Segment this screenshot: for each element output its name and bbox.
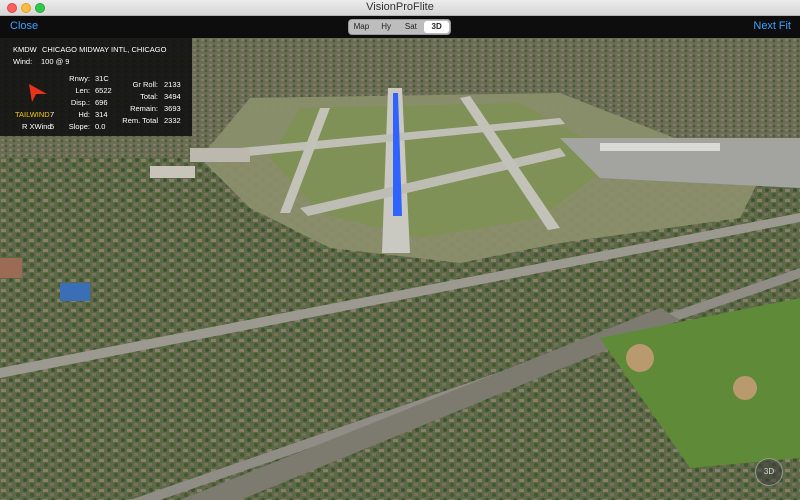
view-mode-map[interactable]: Map bbox=[349, 20, 374, 34]
runway-value: 31C bbox=[95, 74, 109, 83]
window-title-bar: VisionProFlite bbox=[0, 0, 800, 16]
fit-button[interactable]: Fit bbox=[779, 20, 791, 32]
ground-roll-value: 2133 bbox=[164, 80, 181, 89]
total-value: 3494 bbox=[164, 92, 181, 101]
airport-code: KMDW bbox=[13, 45, 37, 54]
toolbar: Close Map Hy Sat 3D Next Fit bbox=[0, 16, 800, 38]
displaced-value: 696 bbox=[95, 98, 108, 107]
remaining-total-value: 2332 bbox=[164, 116, 181, 125]
slope-value: 0.0 bbox=[95, 122, 106, 131]
runway-label: Rnwy: bbox=[69, 74, 90, 83]
airport-name: CHICAGO MIDWAY INTL, CHICAGO bbox=[42, 45, 167, 54]
remain-label: Remain: bbox=[130, 104, 158, 113]
wind-value: 100 @ 9 bbox=[41, 57, 70, 66]
total-label: Total: bbox=[140, 92, 158, 101]
next-button[interactable]: Next bbox=[753, 20, 776, 32]
window-title: VisionProFlite bbox=[366, 1, 434, 13]
slope-label: Slope: bbox=[68, 122, 90, 131]
remaining-total-label: Rem. Total bbox=[122, 116, 158, 125]
heading-value: 314 bbox=[95, 110, 108, 119]
length-label: Len: bbox=[75, 86, 90, 95]
view-mode-selector: Map Hy Sat 3D bbox=[348, 19, 451, 35]
3d-compass-button[interactable]: 3D bbox=[755, 458, 783, 486]
heading-label: Hd: bbox=[78, 110, 90, 119]
view-mode-hybrid[interactable]: Hy bbox=[374, 20, 399, 34]
close-button[interactable]: Close bbox=[10, 20, 38, 32]
wind-label: Wind: bbox=[13, 57, 33, 66]
ground-roll-label: Gr Roll: bbox=[132, 80, 158, 89]
view-mode-satellite[interactable]: Sat bbox=[399, 20, 424, 34]
displaced-label: Disp.: bbox=[70, 98, 90, 107]
view-mode-3d[interactable]: 3D bbox=[424, 21, 449, 33]
runway-info-panel: KMDW CHICAGO MIDWAY INTL, CHICAGO Wind: … bbox=[0, 38, 192, 136]
remain-value: 3693 bbox=[164, 104, 181, 113]
